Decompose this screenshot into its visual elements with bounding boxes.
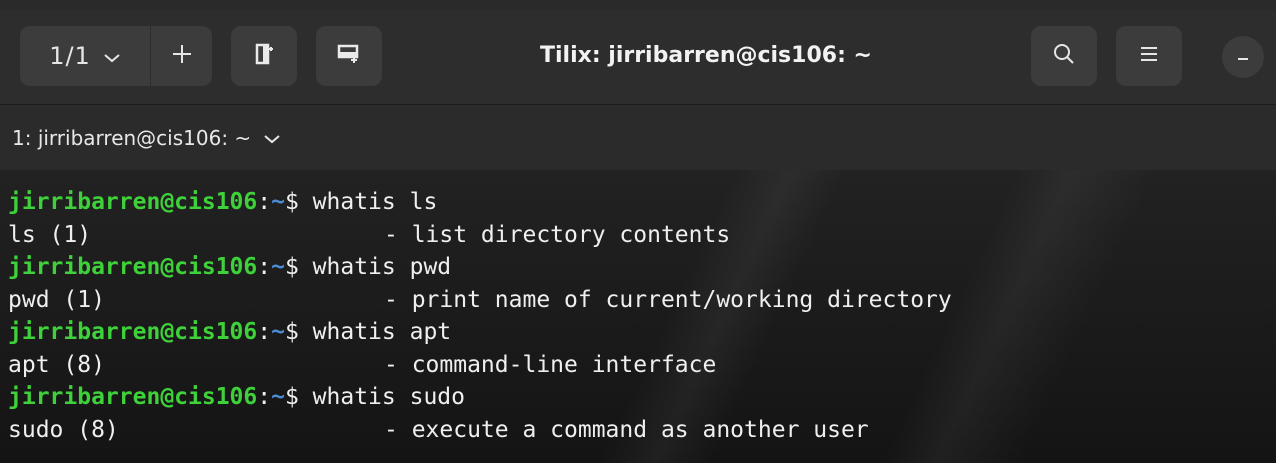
session-button-group: 1/1 — [20, 26, 212, 86]
command-text: whatis pwd — [312, 254, 452, 280]
output-line: sudo (8) - execute a command as another u… — [8, 414, 1276, 447]
hamburger-menu-icon — [1138, 45, 1160, 67]
new-session-button[interactable] — [151, 26, 212, 86]
output-name: sudo (8) — [8, 416, 119, 443]
output-name: pwd (1) — [8, 286, 105, 313]
minimize-button[interactable] — [1222, 36, 1264, 78]
output-line: apt (8) - command-line interface — [8, 349, 1276, 382]
prompt-path: ~ — [271, 384, 285, 410]
prompt-line: jirribarren@cis106:~$ whatis sudo — [8, 381, 1276, 414]
search-icon — [1052, 42, 1076, 70]
add-terminal-right-icon — [254, 43, 274, 69]
prompt-symbol: $ — [284, 319, 313, 345]
prompt-path: ~ — [271, 189, 285, 215]
session-switcher-button[interactable]: 1/1 — [20, 26, 150, 86]
output-description: - command-line interface — [384, 351, 717, 378]
command-text: whatis ls — [312, 189, 438, 215]
output-description: - execute a command as another user — [384, 416, 869, 443]
output-line: ls (1) - list directory contents — [8, 219, 1276, 252]
terminal-title: 1: jirribarren@cis106: ~ — [12, 125, 252, 150]
prompt-colon: : — [257, 319, 272, 345]
session-counter: 1/1 — [49, 42, 91, 70]
output-line: pwd (1) - print name of current/working d… — [8, 284, 1276, 317]
prompt-line: jirribarren@cis106:~$ whatis apt — [8, 316, 1276, 349]
prompt-user-host: jirribarren@cis106 — [8, 384, 258, 410]
prompt-symbol: $ — [284, 384, 313, 410]
chevron-down-icon[interactable] — [263, 126, 281, 150]
output-description: - print name of current/working director… — [384, 286, 952, 313]
minimize-icon — [1235, 47, 1251, 68]
prompt-user-host: jirribarren@cis106 — [8, 189, 258, 215]
window-title: Tilix: jirribarren@cis106: ~ — [540, 43, 872, 68]
prompt-line: jirribarren@cis106:~$ whatis pwd — [8, 251, 1276, 284]
prompt-colon: : — [257, 189, 272, 215]
terminal-output[interactable]: jirribarren@cis106:~$ whatis ls ls (1) - l… — [0, 170, 1276, 463]
add-terminal-down-icon — [337, 44, 361, 68]
prompt-symbol: $ — [284, 189, 313, 215]
tilix-window: 1/1 Tilix: jirribarren@cis106: ~ 1: jirr… — [0, 0, 1276, 463]
header-bar: 1/1 Tilix: jirribarren@cis106: ~ — [0, 0, 1276, 104]
menu-button[interactable] — [1116, 26, 1182, 86]
plus-icon — [171, 43, 193, 69]
add-terminal-down-button[interactable] — [316, 26, 382, 86]
prompt-path: ~ — [271, 319, 285, 345]
prompt-line: jirribarren@cis106:~$ whatis ls — [8, 186, 1276, 219]
add-terminal-right-button[interactable] — [231, 26, 297, 86]
output-name: ls (1) — [8, 221, 92, 248]
prompt-user-host: jirribarren@cis106 — [8, 254, 258, 280]
command-text: whatis sudo — [312, 384, 465, 410]
terminal-title-bar[interactable]: 1: jirribarren@cis106: ~ — [0, 104, 1276, 170]
output-name: apt (8) — [8, 351, 105, 378]
prompt-user-host: jirribarren@cis106 — [8, 319, 258, 345]
chevron-down-icon — [103, 42, 121, 70]
prompt-path: ~ — [271, 254, 285, 280]
prompt-colon: : — [257, 384, 272, 410]
prompt-colon: : — [257, 254, 272, 280]
search-button[interactable] — [1031, 26, 1097, 86]
output-description: - list directory contents — [384, 221, 731, 248]
command-text: whatis apt — [312, 319, 452, 345]
prompt-symbol: $ — [284, 254, 313, 280]
